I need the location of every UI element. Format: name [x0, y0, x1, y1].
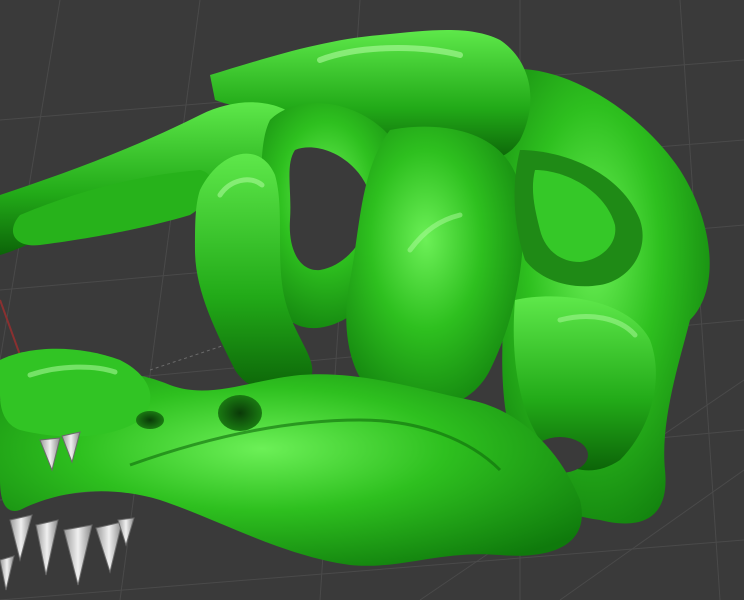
small-foramen [136, 411, 164, 429]
tooth [35, 519, 59, 576]
temporal-region [346, 126, 524, 410]
tooth [63, 524, 93, 586]
viewport-canvas[interactable] [0, 0, 744, 600]
tooth [117, 517, 135, 547]
tooth [9, 514, 33, 562]
nostril-hole [218, 395, 262, 431]
snout-front [0, 348, 151, 437]
skull-model[interactable] [0, 30, 710, 566]
tooth [95, 521, 123, 574]
tooth [0, 555, 15, 591]
3d-viewport[interactable] [0, 0, 744, 600]
